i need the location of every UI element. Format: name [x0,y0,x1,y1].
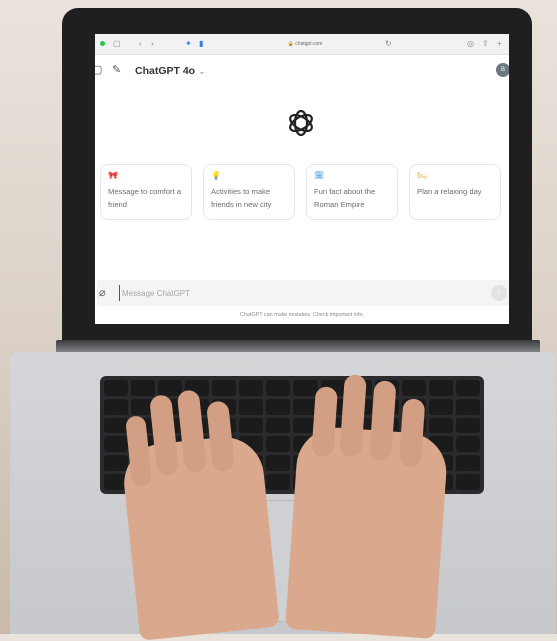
laptop-screen: ▢ ‹ › ✦ ▮ 🔒 chatgpt.com ↻ ◎ ⇪ + ▢ ✎ Chat… [95,34,509,324]
suggestion-card-activities[interactable]: 💡 Activities to make friends in new city [203,164,295,220]
keyboard-key [266,455,291,472]
suggestion-text: Message to comfort a friend [108,187,182,209]
suggestion-card-relax[interactable]: 🛏 Plan a relaxing day [409,164,501,220]
keyboard-key [266,474,291,490]
finger [398,398,426,468]
keyboard-key [266,380,291,396]
keyboard-key [131,380,156,396]
keyboard-key [266,398,291,415]
new-tab-icon[interactable]: + [497,39,502,49]
keyboard-key [104,436,129,453]
heart-ribbon-icon: 🎀 [108,171,118,180]
message-composer: ⌀ ↑ [97,280,509,306]
reload-icon[interactable]: ↻ [385,39,392,49]
keyboard-key [455,417,480,434]
model-title-text: ChatGPT 4o [135,65,196,77]
avatar[interactable]: B [496,63,509,77]
keyboard-key [266,436,291,453]
chevron-down-icon: ⌄ [198,66,206,76]
message-input[interactable] [119,285,462,301]
keyboard-key [104,398,129,415]
sidebar-toggle-icon[interactable]: ▢ [95,64,102,76]
keyboard-key [212,380,237,396]
keyboard-key [401,380,426,396]
finger [369,380,397,462]
url-text: chatgpt.com [295,41,323,47]
send-button[interactable]: ↑ [491,285,507,301]
keyboard-key [455,474,480,490]
suggestion-card-comfort[interactable]: 🎀 Message to comfort a friend [100,164,192,220]
keyboard-key [455,436,480,453]
keyboard-key [158,380,183,396]
keyboard-key [455,398,480,415]
keyboard-key [239,417,264,434]
calendar-icon: 🗓 [314,171,325,180]
browser-toolbar: ▢ ‹ › ✦ ▮ 🔒 chatgpt.com ↻ ◎ ⇪ + [95,34,509,55]
finger [339,374,367,458]
new-chat-icon[interactable]: ✎ [112,64,121,76]
disclaimer-text: ChatGPT can make mistakes. Check importa… [240,312,364,318]
keyboard-key [428,380,453,396]
forward-icon[interactable]: › [151,39,154,49]
bed-icon: 🛏 [417,171,428,180]
keyboard-key [455,455,480,472]
share-icon[interactable]: ⇪ [482,39,489,49]
suggestion-text: Plan a relaxing day [417,187,482,196]
keyboard-key [104,417,129,434]
suggestion-text: Activities to make friends in new city [211,187,272,209]
lightbulb-icon: 💡 [211,171,221,180]
keyboard-key [239,380,264,396]
suggestion-cards: 🎀 Message to comfort a friend 💡 Activiti… [100,164,504,222]
extension-badge-icon[interactable]: ▮ [199,39,203,49]
keyboard-key [428,398,453,415]
address-bar[interactable]: 🔒 chatgpt.com [245,39,365,49]
right-hand [285,374,449,639]
suggestion-card-fun-fact[interactable]: 🗓 Fun fact about the Roman Empire [306,164,398,220]
back-icon[interactable]: ‹ [139,39,142,49]
keyboard-key [428,417,453,434]
suggestion-text: Fun fact about the Roman Empire [314,187,376,209]
sidebar-toggle-icon[interactable]: ▢ [113,39,121,49]
keyboard-key [104,380,129,396]
openai-logo-icon [289,109,313,137]
keyboard-key [239,398,264,415]
keyboard-key [455,380,480,396]
left-hand [120,389,280,641]
privacy-icon[interactable]: ◎ [467,39,474,49]
keyboard-key [293,380,318,396]
keyboard-key [266,417,291,434]
window-close-button[interactable] [100,41,105,46]
keyboard-key [104,455,129,472]
paperclip-icon[interactable]: ⌀ [99,286,106,300]
extension-icon[interactable]: ✦ [185,39,192,49]
model-selector[interactable]: ChatGPT 4o ⌄ [135,64,206,78]
finger [311,386,339,458]
